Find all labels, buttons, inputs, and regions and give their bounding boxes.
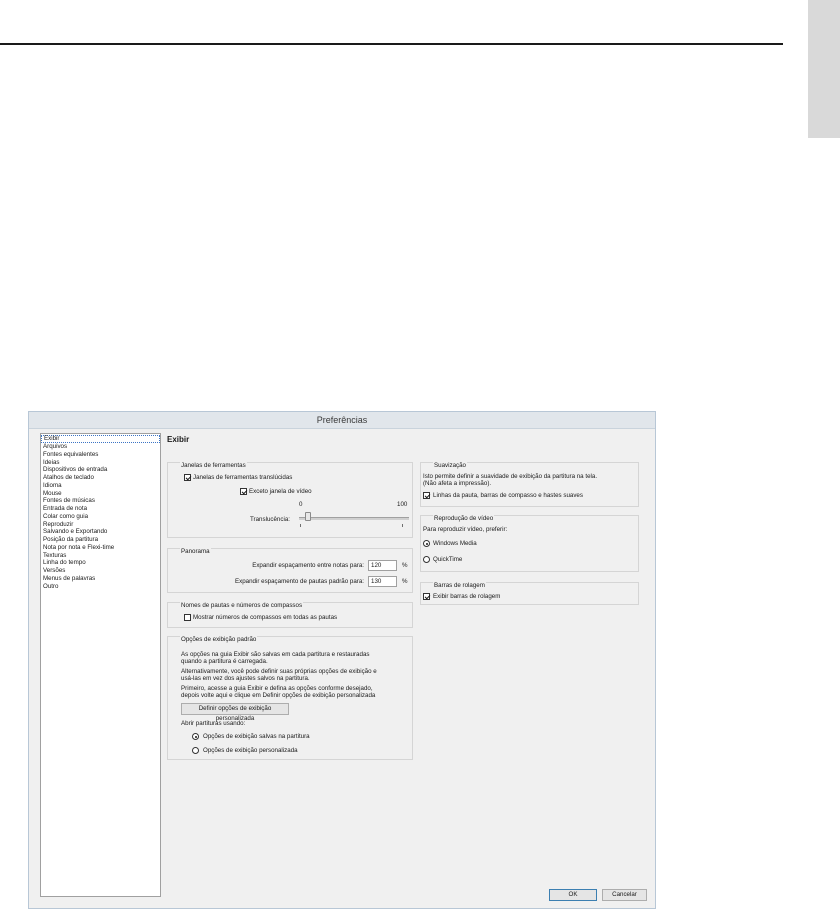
category-item[interactable]: Menus de palavras (41, 575, 160, 583)
category-item[interactable]: Posição da partitura (41, 536, 160, 544)
scrollbars-group: Barras de rolagem Exibir barras de rolag… (420, 582, 639, 605)
dialog-title: Preferências (29, 412, 655, 429)
category-item[interactable]: Linha do tempo (41, 559, 160, 567)
slider-tick-max (402, 524, 403, 527)
show-scrollbars-checkbox[interactable] (423, 593, 430, 600)
smooth-lines-checkbox[interactable] (423, 492, 430, 499)
default-view-text: depois volte aqui e clique em Definir op… (181, 692, 376, 699)
category-item[interactable]: Colar como guia (41, 513, 160, 521)
translucent-label: Janelas de ferramentas translúcidas (193, 474, 293, 481)
translucency-slider-thumb[interactable] (304, 512, 311, 521)
except-video-checkbox[interactable] (240, 488, 247, 495)
category-item[interactable]: Versões (41, 567, 160, 575)
windows-media-radio[interactable] (423, 540, 430, 547)
cancel-button[interactable]: Cancelar (602, 889, 647, 901)
video-prefer-label: Para reproduzir vídeo, preferir: (423, 526, 508, 533)
show-scrollbars-label: Exibir barras de rolagem (433, 593, 501, 600)
toolwindows-group-label: Janelas de ferramentas (180, 462, 247, 469)
dialog-content: Exibir Arquivos Fontes equivalentes Ideias D… (29, 429, 655, 908)
page-title: Exibir (167, 435, 190, 444)
translucency-slider-track[interactable] (299, 517, 409, 520)
category-item[interactable]: Arquivos (41, 443, 160, 451)
panorama-group-label: Panorama (180, 548, 211, 555)
quicktime-label: QuickTime (433, 556, 463, 563)
default-view-text: usá-las em vez dos ajustes salvos na par… (181, 675, 310, 682)
names-group: Nomes de pautas e números de compassos M… (167, 602, 413, 628)
default-view-text: Primeiro, acesse a guia Exibir e defina … (181, 685, 373, 692)
windows-media-label: Windows Media (433, 540, 477, 547)
category-item[interactable]: Ideias (41, 459, 160, 467)
category-item[interactable]: Nota por nota e Flexi-time (41, 544, 160, 552)
category-item[interactable]: Texturas (41, 552, 160, 560)
translucent-checkbox[interactable] (184, 474, 191, 481)
names-group-label: Nomes de pautas e números de compassos (180, 602, 304, 609)
category-item[interactable]: Entrada de nota (41, 505, 160, 513)
open-custom-radio[interactable] (192, 747, 199, 754)
category-item[interactable]: Exibir (41, 435, 160, 443)
category-item[interactable]: Dispositivos de entrada (41, 466, 160, 474)
category-item[interactable]: Outro (41, 583, 160, 591)
open-saved-label: Opções de exibição salvas na partitura (203, 733, 310, 740)
smoothing-desc: Isto permite definir a suavidade de exib… (423, 473, 598, 480)
default-view-text: quando a partitura é carregada. (181, 658, 268, 665)
quicktime-radio[interactable] (423, 556, 430, 563)
panorama-group: Panorama Expandir espaçamento entre nota… (167, 548, 413, 593)
slider-tick-min (300, 524, 301, 527)
scrollbars-group-label: Barras de rolagem (433, 582, 486, 589)
category-item[interactable]: Atalhos de teclado (41, 474, 160, 482)
video-group: Reprodução de vídeo Para reproduzir víde… (420, 515, 639, 572)
notes-spacing-unit: % (402, 562, 408, 569)
category-item[interactable]: Mouse (41, 490, 160, 498)
open-custom-label: Opções de exibição personalizada (203, 747, 298, 754)
smooth-lines-label: Linhas da pauta, barras de compasso e ha… (433, 492, 583, 499)
show-measure-numbers-label: Mostrar números de compassos em todas as… (193, 614, 338, 621)
slider-label: Translucência: (250, 516, 291, 523)
category-item[interactable]: Fontes equivalentes (41, 451, 160, 459)
except-video-label: Exceto janela de vídeo (249, 488, 312, 495)
category-item[interactable]: Salvando e Exportando (41, 528, 160, 536)
category-list[interactable]: Exibir Arquivos Fontes equivalentes Ideias D… (40, 433, 161, 897)
default-view-text: Alternativamente, você pode definir suas… (181, 668, 377, 675)
slider-max-label: 100 (397, 501, 408, 508)
staves-spacing-input[interactable]: 130 (368, 576, 397, 587)
define-custom-view-button[interactable]: Definir opções de exibição personalizada (181, 703, 289, 722)
smoothing-group-label: Suavização (433, 462, 467, 469)
default-view-group: Opções de exibição padrão As opções na g… (167, 636, 413, 760)
show-measure-numbers-checkbox[interactable] (184, 614, 191, 621)
default-view-group-label: Opções de exibição padrão (180, 636, 258, 643)
open-saved-radio[interactable] (192, 733, 199, 740)
staves-spacing-label: Expandir espaçamento de pautas padrão pa… (235, 578, 364, 585)
smoothing-desc: (Não afeta a impressão). (423, 480, 492, 487)
toolwindows-group: Janelas de ferramentas Janelas de ferram… (167, 462, 413, 538)
category-item[interactable]: Reproduzir (41, 521, 160, 529)
open-scores-label: Abrir partituras usando: (181, 720, 246, 727)
default-view-text: As opções na guia Exibir são salvas em c… (181, 651, 370, 658)
slider-min-label: 0 (299, 501, 303, 508)
notes-spacing-label: Expandir espaçamento entre notas para: (252, 562, 364, 569)
category-item[interactable]: Fontes de músicas (41, 497, 160, 505)
category-item[interactable]: Idioma (41, 482, 160, 490)
video-group-label: Reprodução de vídeo (433, 515, 495, 522)
notes-spacing-input[interactable]: 120 (368, 560, 397, 571)
page-top-rule (0, 43, 783, 45)
smoothing-group: Suavização Isto permite definir a suavid… (420, 462, 639, 507)
preferences-dialog: Preferências Exibir Arquivos Fontes equiva… (28, 411, 656, 909)
ok-button[interactable]: OK (549, 889, 597, 901)
page-side-tab (808, 0, 840, 138)
staves-spacing-unit: % (402, 578, 408, 585)
